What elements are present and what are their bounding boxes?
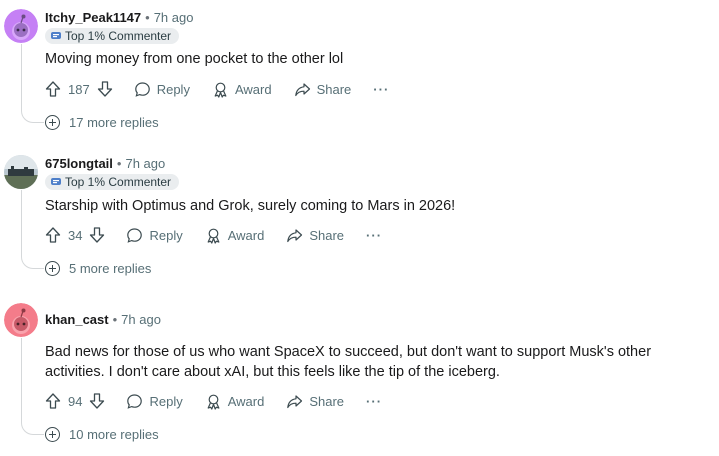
vote-group: 34 bbox=[44, 226, 106, 244]
downvote-icon[interactable] bbox=[96, 80, 114, 98]
reply-icon bbox=[127, 393, 143, 409]
award-label: Award bbox=[234, 81, 272, 97]
reply-button[interactable]: Reply bbox=[126, 393, 183, 410]
expand-plus-icon bbox=[45, 260, 60, 276]
photo-avatar-icon bbox=[4, 155, 38, 189]
avatar[interactable] bbox=[4, 155, 38, 189]
more-replies-button[interactable]: 5 more replies bbox=[45, 259, 151, 277]
expand-plus-icon bbox=[45, 114, 60, 130]
comment-body: Moving money from one pocket to the othe… bbox=[45, 51, 344, 67]
flair-label: Top 1% Commenter bbox=[65, 29, 172, 43]
share-button[interactable]: Share bbox=[286, 393, 344, 410]
more-replies-label: 5 more replies bbox=[69, 260, 152, 276]
more-replies-label: 10 more replies bbox=[69, 426, 159, 442]
share-button[interactable]: Share bbox=[294, 81, 352, 98]
comment-header: khan_cast • 7h ago bbox=[45, 312, 161, 327]
award-icon bbox=[207, 228, 220, 244]
comment-actions: 187 Reply Award Share ··· bbox=[44, 79, 389, 99]
vote-group: 187 bbox=[44, 80, 114, 98]
separator-dot: • bbox=[116, 156, 122, 171]
comment-header: 675longtail • 7h ago bbox=[45, 156, 165, 171]
username[interactable]: khan_cast bbox=[45, 312, 109, 327]
upvote-icon[interactable] bbox=[44, 392, 62, 410]
avatar[interactable] bbox=[4, 303, 38, 337]
reply-button[interactable]: Reply bbox=[134, 81, 190, 98]
reply-label: Reply bbox=[149, 393, 183, 409]
award-label: Award bbox=[227, 393, 265, 409]
comment-body: Bad news for those of us who want SpaceX… bbox=[45, 344, 652, 380]
award-button[interactable]: Award bbox=[205, 227, 265, 244]
flair-label: Top 1% Commenter bbox=[65, 175, 172, 189]
thread-line[interactable] bbox=[21, 44, 44, 123]
comment-actions: 34 Reply Award Share ··· bbox=[44, 225, 382, 245]
share-label: Share bbox=[309, 393, 345, 409]
vote-group: 94 bbox=[44, 392, 106, 410]
more-options-button[interactable]: ··· bbox=[373, 82, 389, 97]
reply-label: Reply bbox=[149, 227, 183, 243]
share-label: Share bbox=[316, 81, 352, 97]
separator-dot: • bbox=[112, 312, 118, 327]
thread-line[interactable] bbox=[21, 190, 44, 269]
reply-label: Reply bbox=[156, 81, 190, 97]
timestamp[interactable]: 7h ago bbox=[121, 312, 161, 327]
reply-icon bbox=[134, 81, 150, 97]
username[interactable]: Itchy_Peak1147 bbox=[45, 10, 141, 25]
more-replies-label: 17 more replies bbox=[69, 114, 159, 130]
downvote-icon[interactable] bbox=[88, 392, 106, 410]
more-options-button[interactable]: ··· bbox=[366, 394, 382, 409]
award-label: Award bbox=[227, 227, 265, 243]
reply-button[interactable]: Reply bbox=[126, 227, 183, 244]
award-icon bbox=[214, 82, 227, 98]
expand-plus-icon bbox=[45, 426, 60, 442]
reply-icon bbox=[127, 227, 143, 243]
commenter-flair-icon bbox=[51, 177, 61, 185]
upvote-icon[interactable] bbox=[44, 226, 62, 244]
award-button[interactable]: Award bbox=[205, 393, 265, 410]
share-icon bbox=[287, 394, 303, 408]
upvote-icon[interactable] bbox=[44, 80, 62, 98]
username[interactable]: 675longtail bbox=[45, 156, 113, 171]
commenter-flair-icon bbox=[51, 31, 61, 39]
more-options-button[interactable]: ··· bbox=[366, 228, 382, 243]
thread-line[interactable] bbox=[21, 338, 44, 435]
snoo-avatar-icon bbox=[4, 9, 38, 43]
more-replies-button[interactable]: 10 more replies bbox=[45, 425, 159, 443]
more-replies-button[interactable]: 17 more replies bbox=[45, 113, 159, 131]
flair-badge: Top 1% Commenter bbox=[45, 28, 180, 44]
separator-dot: • bbox=[145, 10, 150, 25]
timestamp[interactable]: 7h ago bbox=[154, 10, 194, 25]
comment-actions: 94 Reply Award Share ··· bbox=[44, 391, 382, 411]
award-button[interactable]: Award bbox=[212, 81, 272, 98]
award-icon bbox=[207, 394, 220, 410]
share-icon bbox=[294, 82, 310, 96]
downvote-icon[interactable] bbox=[88, 226, 106, 244]
avatar[interactable] bbox=[4, 9, 38, 43]
timestamp[interactable]: 7h ago bbox=[125, 156, 165, 171]
flair-badge: Top 1% Commenter bbox=[45, 174, 180, 190]
share-label: Share bbox=[309, 227, 345, 243]
snoo-avatar-icon bbox=[4, 303, 38, 337]
share-icon bbox=[287, 228, 303, 242]
vote-count: 187 bbox=[68, 81, 90, 97]
comment-header: Itchy_Peak1147 • 7h ago bbox=[45, 10, 193, 25]
share-button[interactable]: Share bbox=[286, 227, 344, 244]
vote-count: 94 bbox=[68, 393, 83, 409]
vote-count: 34 bbox=[68, 227, 83, 243]
comment-body: Starship with Optimus and Grok, surely c… bbox=[45, 198, 456, 214]
